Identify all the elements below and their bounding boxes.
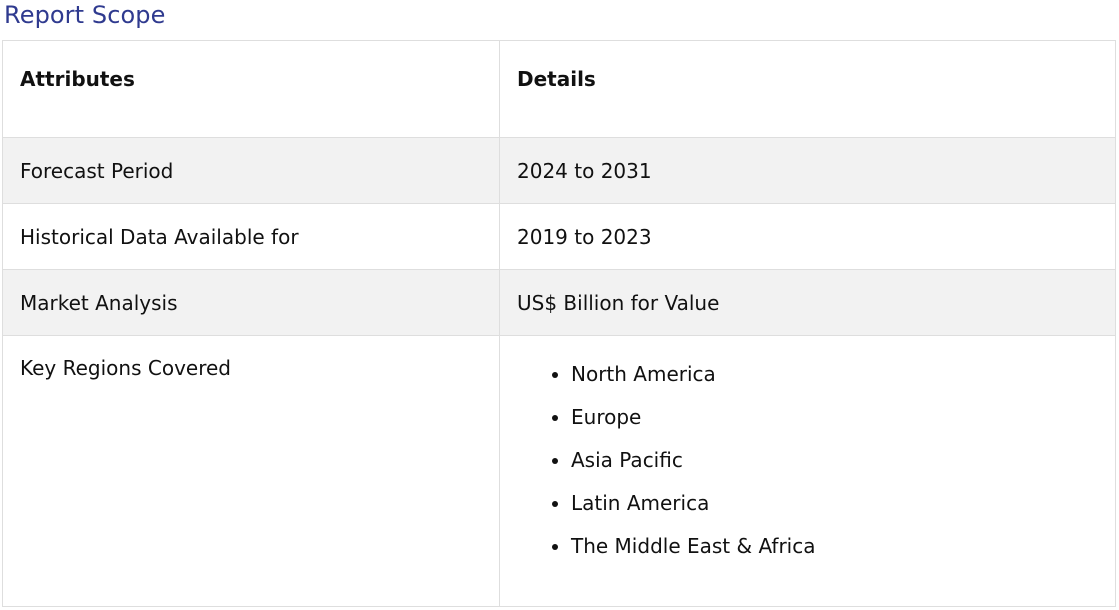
report-scope-section: Report Scope Attributes Details Forecast…	[0, 0, 1119, 610]
detail-cell: US$ Billion for Value	[499, 269, 1116, 336]
header-attributes: Attributes	[2, 40, 500, 138]
list-item: Asia Pacific	[571, 446, 1098, 489]
detail-cell-regions: North America Europe Asia Pacific Latin …	[499, 335, 1116, 607]
header-details: Details	[499, 40, 1116, 138]
list-item: The Middle East & Africa	[571, 532, 1098, 575]
table-row: Forecast Period 2024 to 2031	[2, 137, 1116, 204]
report-scope-table: Attributes Details Forecast Period 2024 …	[2, 40, 1116, 607]
detail-cell: 2019 to 2023	[499, 203, 1116, 270]
list-item: North America	[571, 360, 1098, 403]
table-row-regions: Key Regions Covered North America Europe…	[2, 335, 1116, 607]
table-row: Market Analysis US$ Billion for Value	[2, 269, 1116, 336]
attribute-cell: Key Regions Covered	[2, 335, 500, 607]
attribute-cell: Forecast Period	[2, 137, 500, 204]
regions-list: North America Europe Asia Pacific Latin …	[517, 336, 1098, 575]
section-title: Report Scope	[4, 1, 166, 29]
table-row: Historical Data Available for 2019 to 20…	[2, 203, 1116, 270]
detail-cell: 2024 to 2031	[499, 137, 1116, 204]
table-header-row: Attributes Details	[2, 40, 1116, 138]
attribute-cell: Market Analysis	[2, 269, 500, 336]
list-item: Latin America	[571, 489, 1098, 532]
list-item: Europe	[571, 403, 1098, 446]
attribute-cell: Historical Data Available for	[2, 203, 500, 270]
